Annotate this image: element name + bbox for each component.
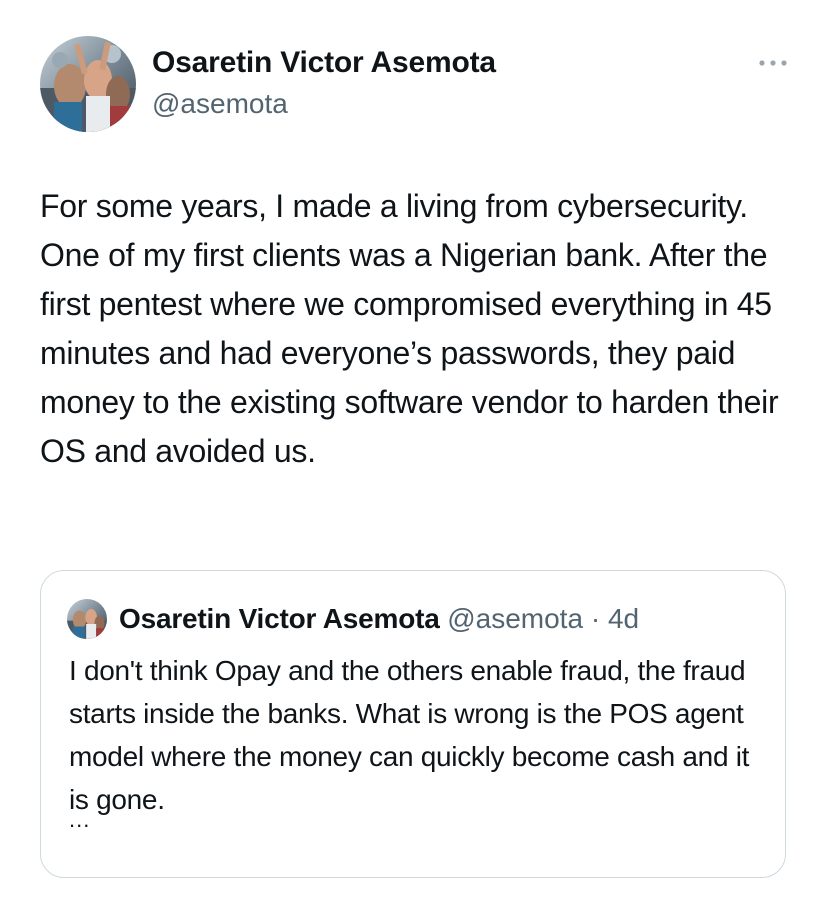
quoted-tweet-header: Osaretin Victor Asemota @asemota · 4d <box>67 597 767 641</box>
author-handle[interactable]: @asemota <box>152 88 288 120</box>
avatar-image <box>40 36 136 132</box>
author-name[interactable]: Osaretin Victor Asemota <box>152 46 496 80</box>
tweet-header: Osaretin Victor Asemota @asemota <box>40 36 800 132</box>
quoted-timestamp: 4d <box>607 603 640 634</box>
more-options-button[interactable] <box>750 40 796 86</box>
meta-separator: · <box>590 603 608 634</box>
quoted-truncation: ... <box>69 807 91 832</box>
avatar[interactable] <box>40 36 136 132</box>
quoted-tweet-card[interactable]: Osaretin Victor Asemota @asemota · 4d I … <box>40 570 786 878</box>
quoted-avatar-image <box>67 599 107 639</box>
tweet: Osaretin Victor Asemota @asemota For som… <box>0 0 828 922</box>
tweet-text: For some years, I made a living from cyb… <box>40 188 779 469</box>
quoted-tweet-meta: Osaretin Victor Asemota @asemota · 4d <box>119 601 639 637</box>
ellipsis-icon <box>759 60 787 66</box>
quoted-author-name: Osaretin Victor Asemota <box>119 603 448 634</box>
quoted-author-handle: @asemota <box>447 603 591 634</box>
quoted-avatar <box>67 599 107 639</box>
quoted-tweet-text: I don't think Opay and the others enable… <box>69 655 750 815</box>
